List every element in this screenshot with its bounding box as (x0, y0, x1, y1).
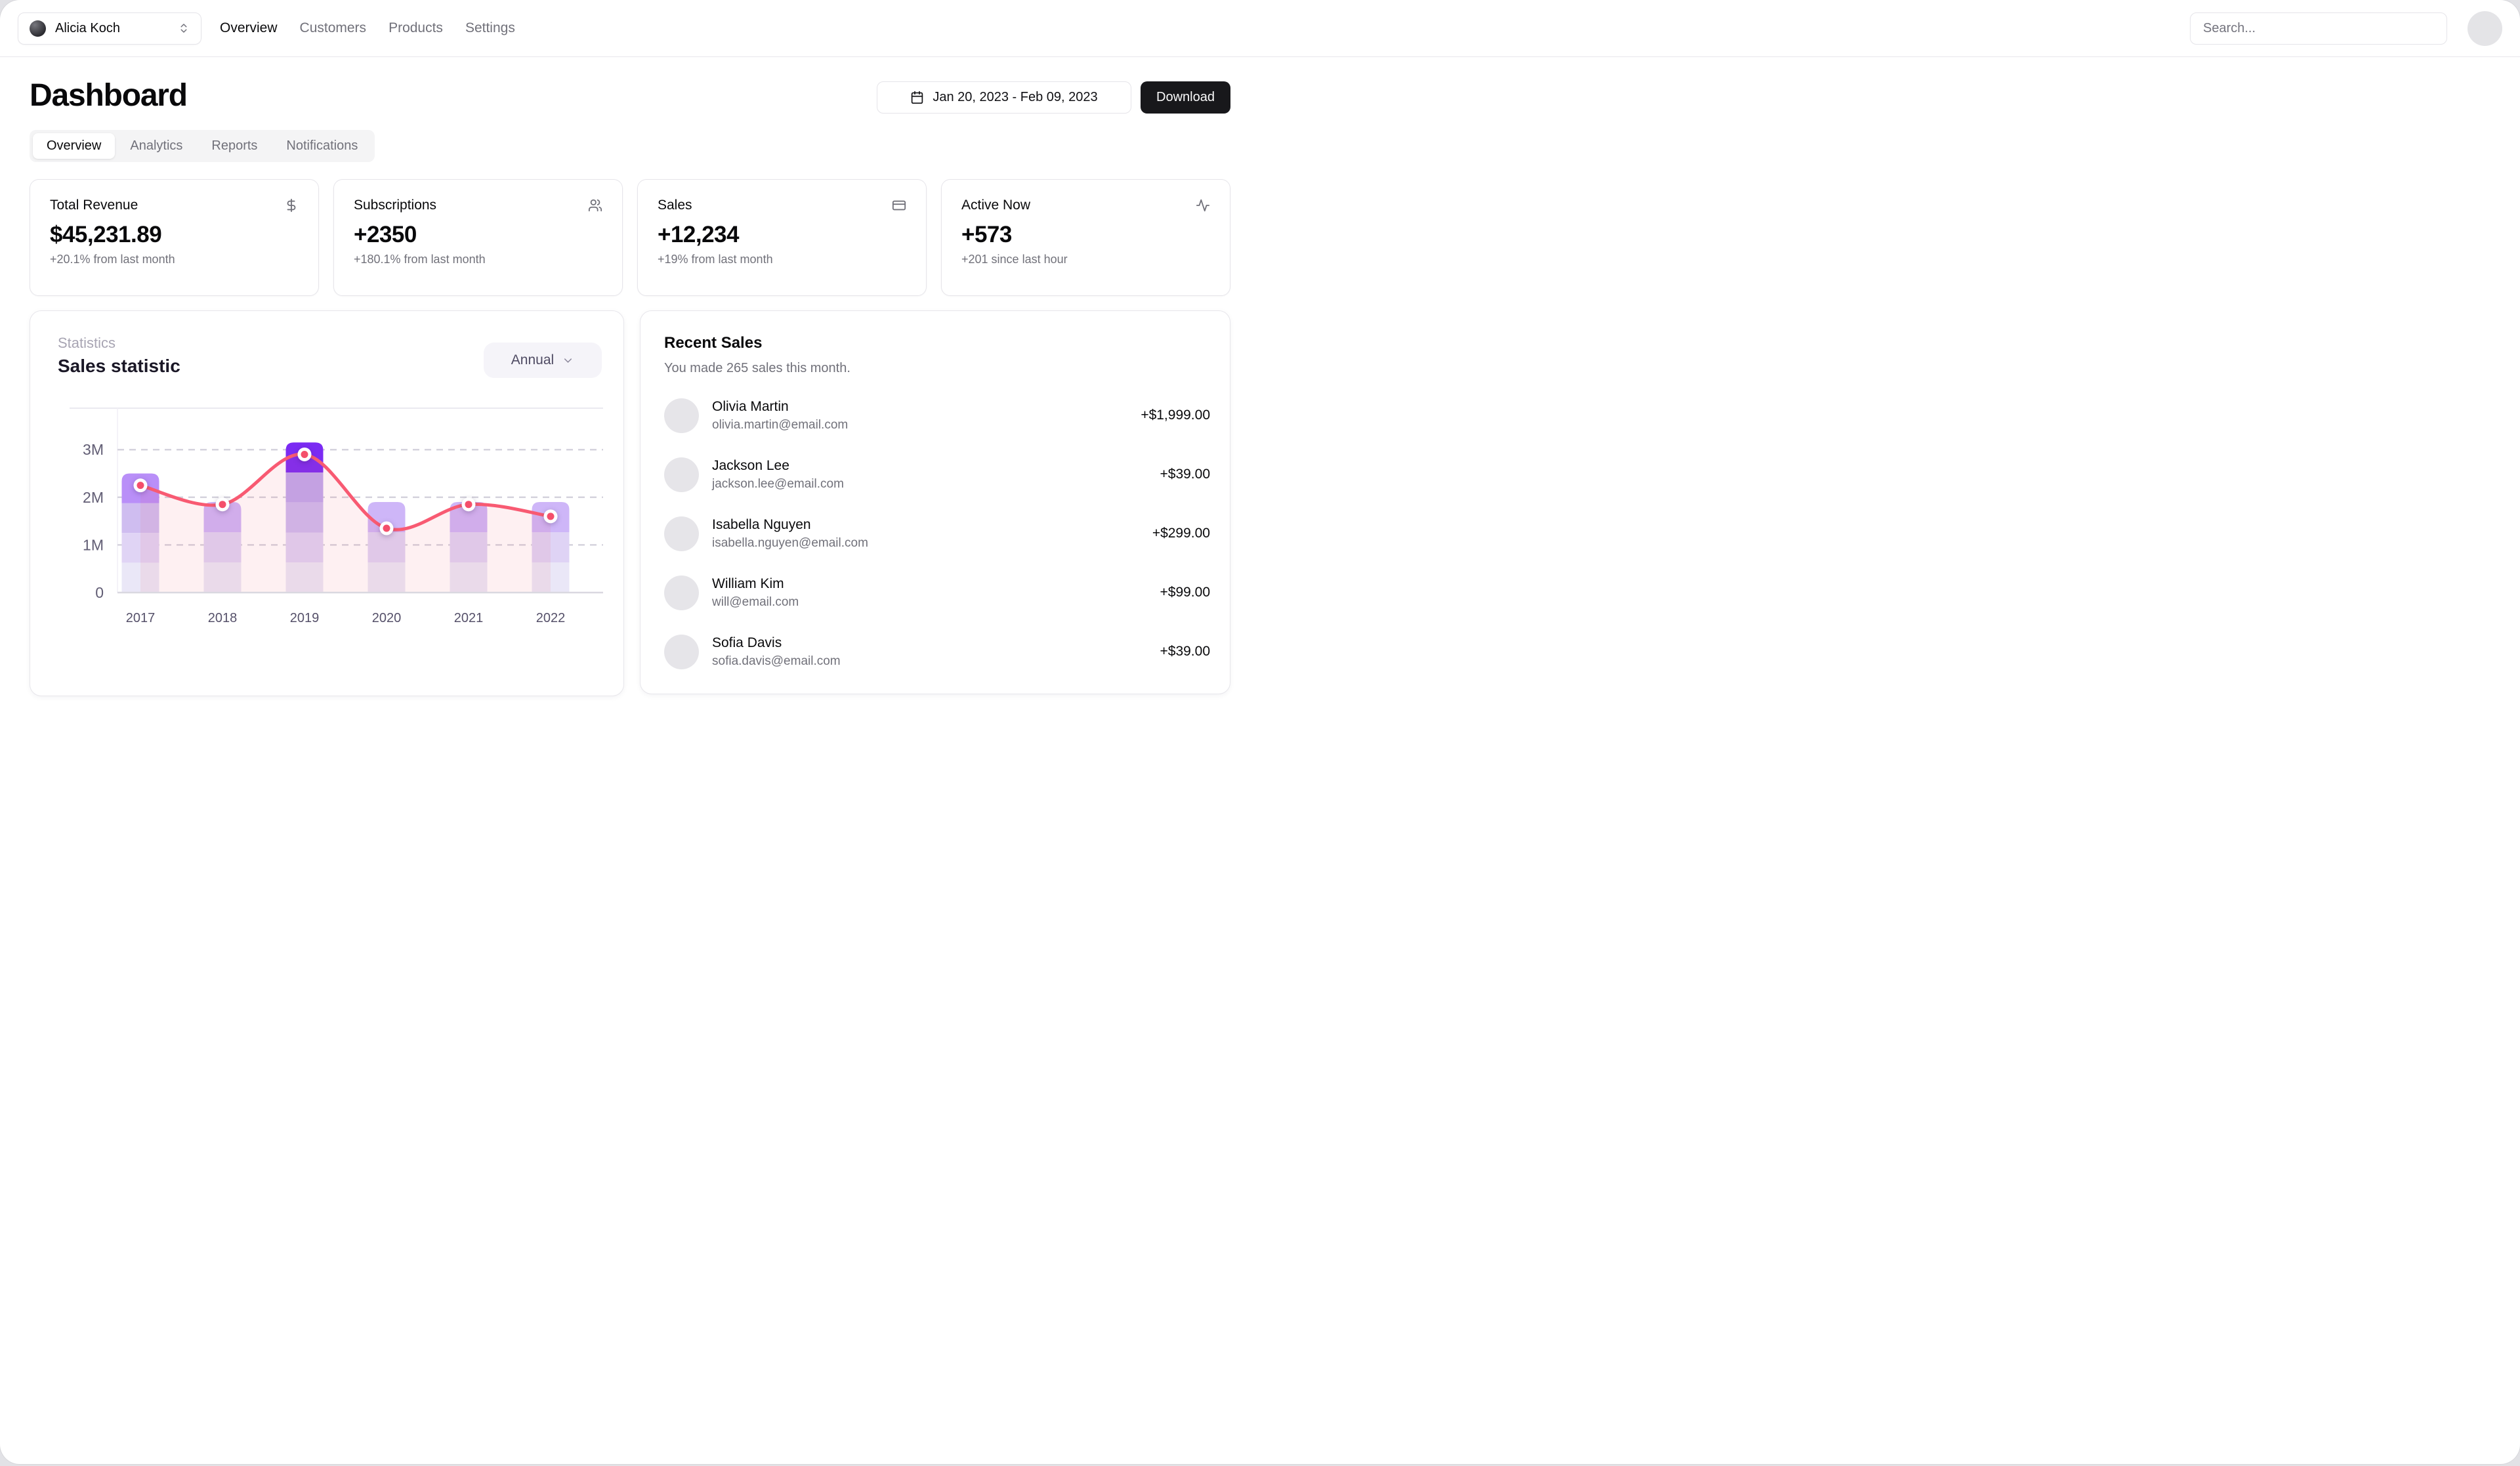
stat-title: Subscriptions (354, 198, 436, 213)
nav-products[interactable]: Products (388, 20, 443, 36)
sale-name: Sofia Davis (712, 634, 841, 652)
stat-value: +2350 (354, 222, 602, 248)
search-input[interactable] (2190, 12, 2447, 45)
activity-icon (1196, 198, 1210, 213)
svg-text:2M: 2M (83, 489, 104, 506)
sale-amount: +$39.00 (1160, 644, 1211, 660)
user-avatar[interactable] (2468, 11, 2502, 46)
calendar-icon (910, 91, 924, 104)
stat-card-total-revenue: Total Revenue $45,231.89 +20.1% from las… (30, 179, 319, 296)
stat-value: +573 (961, 222, 1210, 248)
nav-customers[interactable]: Customers (300, 20, 367, 36)
sale-email: will@email.com (712, 594, 799, 610)
tab-analytics[interactable]: Analytics (116, 133, 196, 159)
recent-sales-title: Recent Sales (664, 333, 1210, 353)
svg-text:2018: 2018 (208, 611, 238, 625)
svg-text:2021: 2021 (454, 611, 484, 625)
svg-text:2022: 2022 (536, 611, 566, 625)
dollar-sign-icon (284, 198, 299, 213)
tab-overview[interactable]: Overview (33, 133, 115, 159)
stat-title: Sales (658, 198, 692, 213)
sale-row: Isabella Nguyen isabella.nguyen@email.co… (664, 512, 1210, 555)
avatar (664, 635, 699, 669)
stat-value: $45,231.89 (50, 222, 299, 248)
stat-card-sales: Sales +12,234 +19% from last month (637, 179, 927, 296)
sale-name: Isabella Nguyen (712, 516, 868, 534)
avatar (664, 516, 699, 551)
dashboard-tabs: Overview Analytics Reports Notifications (30, 130, 375, 162)
nav-overview[interactable]: Overview (220, 20, 278, 36)
trend-line (140, 454, 551, 530)
trend-dots (134, 448, 558, 535)
gridlines (117, 450, 603, 545)
stat-title: Active Now (961, 198, 1030, 213)
chevrons-up-down-icon (178, 22, 190, 34)
statistics-title: Sales statistic (58, 356, 180, 377)
svg-text:1M: 1M (83, 536, 104, 553)
sale-name: Olivia Martin (712, 398, 848, 415)
sale-row: Olivia Martin olivia.martin@email.com +$… (664, 394, 1210, 437)
period-select[interactable]: Annual (484, 343, 602, 378)
top-nav-bar: Alicia Koch Overview Customers Products … (0, 0, 2520, 57)
svg-text:3M: 3M (83, 441, 104, 458)
sale-amount: +$299.00 (1152, 526, 1210, 541)
stat-card-subscriptions: Subscriptions +2350 +180.1% from last mo… (333, 179, 623, 296)
sale-name: William Kim (712, 575, 799, 593)
stat-value: +12,234 (658, 222, 906, 248)
tab-reports[interactable]: Reports (198, 133, 271, 159)
svg-text:2020: 2020 (372, 611, 402, 625)
sale-amount: +$99.00 (1160, 585, 1211, 600)
nav-settings[interactable]: Settings (465, 20, 515, 36)
stat-change: +201 since last hour (961, 253, 1210, 266)
stat-change: +180.1% from last month (354, 253, 602, 266)
avatar (664, 457, 699, 492)
statistics-eyebrow: Statistics (58, 335, 116, 352)
stat-title: Total Revenue (50, 198, 138, 213)
sale-row: William Kim will@email.com +$99.00 (664, 571, 1210, 614)
svg-text:2019: 2019 (290, 611, 320, 625)
users-icon (588, 198, 602, 213)
team-switcher[interactable]: Alicia Koch (18, 12, 201, 45)
chevron-down-icon (562, 354, 574, 367)
stat-change: +19% from last month (658, 253, 906, 266)
stat-card-active-now: Active Now +573 +201 since last hour (941, 179, 1230, 296)
sale-row: Sofia Davis sofia.davis@email.com +$39.0… (664, 630, 1210, 673)
sale-row: Jackson Lee jackson.lee@email.com +$39.0… (664, 453, 1210, 496)
x-axis-labels: 2017 2018 2019 2020 2021 2022 (126, 611, 566, 625)
period-label: Annual (511, 352, 554, 368)
statistics-card: Statistics Sales statistic Annual 0 1M 2M 3… (30, 310, 624, 696)
team-name: Alicia Koch (55, 21, 120, 36)
svg-text:2017: 2017 (126, 611, 156, 625)
download-button[interactable]: Download (1141, 81, 1230, 114)
sale-email: isabella.nguyen@email.com (712, 535, 868, 551)
date-range-label: Jan 20, 2023 - Feb 09, 2023 (933, 90, 1097, 105)
date-range-button[interactable]: Jan 20, 2023 - Feb 09, 2023 (877, 81, 1131, 114)
page-title: Dashboard (30, 77, 187, 114)
recent-sales-subtitle: You made 265 sales this month. (664, 360, 1210, 377)
sale-amount: +$39.00 (1160, 467, 1211, 482)
sale-amount: +$1,999.00 (1141, 408, 1210, 423)
team-avatar (30, 20, 46, 37)
recent-sales-card: Recent Sales You made 265 sales this mon… (640, 310, 1230, 694)
tab-notifications[interactable]: Notifications (272, 133, 371, 159)
stat-change: +20.1% from last month (50, 253, 299, 266)
avatar (664, 576, 699, 610)
y-axis-labels: 0 1M 2M 3M (83, 441, 104, 601)
sale-email: jackson.lee@email.com (712, 476, 844, 492)
sale-email: sofia.davis@email.com (712, 653, 841, 669)
recent-sales-list: Olivia Martin olivia.martin@email.com +$… (664, 394, 1210, 673)
sale-email: olivia.martin@email.com (712, 417, 848, 433)
avatar (664, 398, 699, 433)
trend-area (140, 454, 551, 593)
stat-cards-row: Total Revenue $45,231.89 +20.1% from las… (30, 179, 1230, 296)
credit-card-icon (892, 198, 906, 213)
bars (122, 442, 570, 593)
app-window: Alicia Koch Overview Customers Products … (0, 0, 2520, 1464)
sale-name: Jackson Lee (712, 457, 844, 474)
svg-text:0: 0 (95, 584, 104, 601)
main-nav: Overview Customers Products Settings (220, 20, 515, 36)
